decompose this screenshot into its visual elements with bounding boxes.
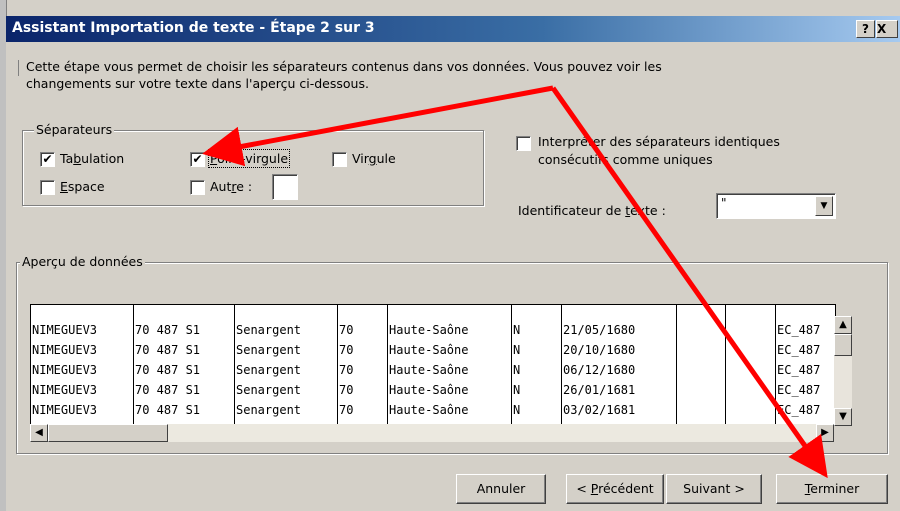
- preview-cell: N: [513, 363, 521, 377]
- preview-row: NIMEGUEV3 70 487 S1 Senargent 70 Haute-Saône…: [31, 401, 835, 419]
- scroll-right-button[interactable]: ▶: [816, 424, 834, 442]
- preview-cell: Haute-Saône: [389, 343, 469, 357]
- preview-cell: 20/10/1680: [563, 343, 636, 357]
- preview-cell: 70 487 S1: [135, 343, 201, 357]
- preview-cell: NIMEGUEV3: [32, 403, 98, 417]
- help-button[interactable]: ?: [856, 20, 875, 38]
- preview-cell: N: [513, 383, 521, 397]
- cancel-button[interactable]: Annuler: [456, 474, 546, 504]
- preview-cell: [726, 321, 775, 339]
- preview-cell: EC_487: [777, 343, 821, 357]
- preview-cell: 70 487 S1: [135, 363, 201, 377]
- window-title: Assistant Importation de texte - Étape 2…: [12, 20, 375, 36]
- preview-cell: Senargent: [236, 363, 302, 377]
- preview-cell: Haute-Saône: [389, 403, 469, 417]
- preview-cell: 70 487 S1: [135, 323, 201, 337]
- consecutive-label-line1[interactable]: Interpréter des séparateurs identiques: [538, 134, 780, 149]
- preview-cell: Senargent: [236, 323, 302, 337]
- preview-cell: 70: [339, 363, 354, 377]
- preview-cell: 26/01/1681: [563, 383, 636, 397]
- other-checkbox[interactable]: [190, 180, 205, 195]
- other-separator-input[interactable]: [272, 174, 298, 200]
- separators-group: [22, 130, 484, 206]
- tab-checkbox[interactable]: ✔: [40, 152, 55, 167]
- data-preview[interactable]: NIMEGUEV3 70 487 S1 Senargent 70 Haute-Saône…: [30, 304, 836, 426]
- left-divider: [18, 60, 19, 76]
- intro-text: Cette étape vous permet de choisir les s…: [26, 58, 786, 92]
- preview-cell: 70: [339, 343, 354, 357]
- preview-cell: [726, 381, 775, 399]
- semicolon-checkbox[interactable]: ✔: [190, 152, 205, 167]
- tab-label[interactable]: Tabulation: [60, 151, 124, 166]
- preview-cell: [677, 321, 726, 339]
- preview-cell: [726, 361, 775, 379]
- preview-cell: 70: [339, 403, 354, 417]
- preview-cell: 21/05/1680: [563, 323, 636, 337]
- preview-row: NIMEGUEV3 70 487 S1 Senargent 70 Haute-Saône…: [31, 321, 835, 339]
- preview-cell: NIMEGUEV3: [32, 343, 98, 357]
- preview-cell: EC_487: [777, 363, 821, 377]
- next-button[interactable]: Suivant >: [666, 474, 762, 504]
- preview-cell: Haute-Saône: [389, 363, 469, 377]
- preview-cell: Senargent: [236, 383, 302, 397]
- preview-row: NIMEGUEV3 70 487 S1 Senargent 70 Haute-Saône…: [31, 381, 835, 399]
- preview-cell: Senargent: [236, 403, 302, 417]
- preview-cell: 70 487 S1: [135, 403, 201, 417]
- scroll-thumb[interactable]: [834, 334, 852, 356]
- preview-cell: N: [513, 343, 521, 357]
- preview-cell: 70 487 S1: [135, 383, 201, 397]
- preview-cell: N: [513, 323, 521, 337]
- space-checkbox[interactable]: [40, 180, 55, 195]
- preview-cell: [677, 401, 726, 419]
- preview-cell: [726, 341, 775, 359]
- preview-row: NIMEGUEV3 70 487 S1 Senargent 70 Haute-Saône…: [31, 341, 835, 359]
- preview-cell: NIMEGUEV3: [32, 363, 98, 377]
- scroll-up-button[interactable]: ▲: [834, 316, 852, 334]
- preview-cell: [677, 361, 726, 379]
- previous-button[interactable]: < Précédent: [566, 474, 664, 504]
- separators-legend: Séparateurs: [34, 122, 115, 137]
- finish-button[interactable]: Terminer: [776, 474, 888, 504]
- preview-cell: 70: [339, 323, 354, 337]
- preview-legend: Aperçu de données: [20, 254, 145, 269]
- intro-line-2: changements sur votre texte dans l'aperç…: [26, 76, 369, 91]
- preview-cell: [677, 341, 726, 359]
- semicolon-label[interactable]: Point-virgule: [207, 149, 291, 168]
- preview-cell: Senargent: [236, 343, 302, 357]
- preview-cell: NIMEGUEV3: [32, 383, 98, 397]
- preview-cell: N: [513, 403, 521, 417]
- preview-cell: EC_487: [777, 323, 821, 337]
- text-qualifier-label: Identificateur de texte :: [518, 203, 666, 218]
- scroll-left-button[interactable]: ◀: [30, 424, 48, 442]
- preview-cell: 06/12/1680: [563, 363, 636, 377]
- preview-cell: [677, 381, 726, 399]
- title-bar[interactable]: Assistant Importation de texte - Étape 2…: [6, 16, 900, 42]
- preview-cell: EC_487: [777, 383, 821, 397]
- preview-cell: 03/02/1681: [563, 403, 636, 417]
- horizontal-scroll-thumb[interactable]: [48, 424, 168, 442]
- preview-cell: [726, 401, 775, 419]
- preview-cell: 70: [339, 383, 354, 397]
- text-qualifier-value: ": [721, 196, 727, 210]
- comma-checkbox[interactable]: [332, 152, 347, 167]
- chevron-down-icon[interactable]: ▼: [815, 196, 833, 216]
- close-button[interactable]: X: [876, 20, 898, 38]
- horizontal-scrollbar[interactable]: ◀ ▶: [30, 424, 834, 442]
- scroll-down-button[interactable]: ▼: [834, 408, 852, 426]
- intro-line-1: Cette étape vous permet de choisir les s…: [26, 59, 662, 74]
- preview-row: NIMEGUEV3 70 487 S1 Senargent 70 Haute-Saône…: [31, 361, 835, 379]
- preview-cell: NIMEGUEV3: [32, 323, 98, 337]
- other-label[interactable]: Autre :: [210, 179, 252, 194]
- comma-label[interactable]: Virgule: [352, 151, 396, 166]
- text-qualifier-select[interactable]: " ▼: [716, 193, 836, 219]
- vertical-scrollbar[interactable]: ▲ ▼: [834, 316, 852, 426]
- preview-cell: Haute-Saône: [389, 383, 469, 397]
- preview-cell: EC_487: [777, 403, 821, 417]
- preview-cell: Haute-Saône: [389, 323, 469, 337]
- consecutive-label-line2[interactable]: consécutifs comme uniques: [538, 152, 713, 167]
- consecutive-checkbox[interactable]: [516, 136, 531, 151]
- space-label[interactable]: Espace: [60, 179, 105, 194]
